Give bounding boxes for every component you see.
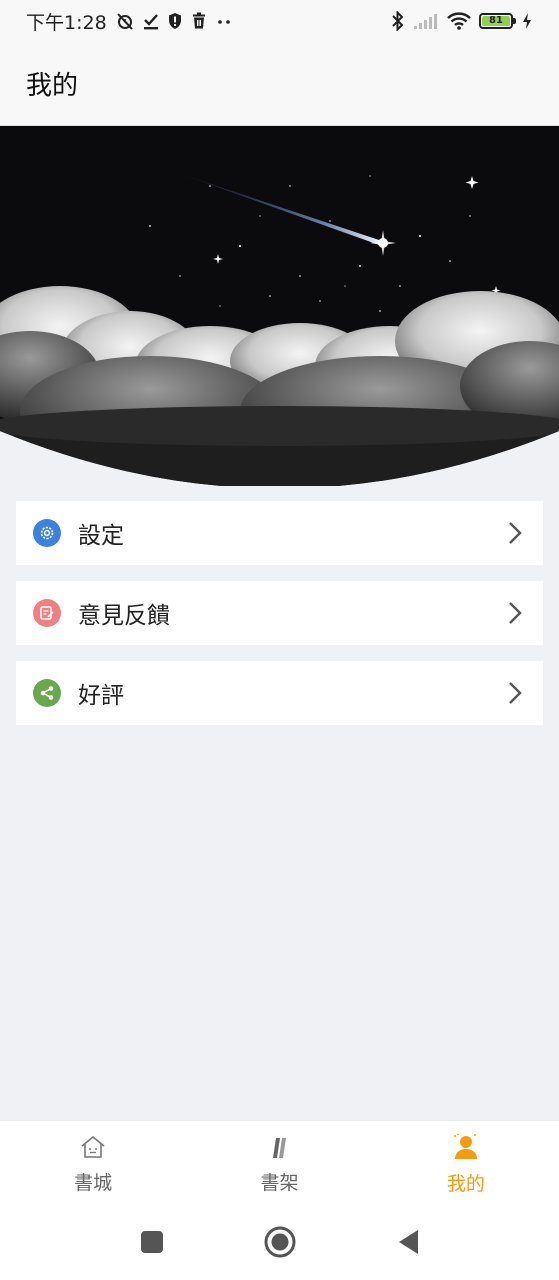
menu-item-settings[interactable]: 設定 — [16, 501, 543, 565]
person-icon — [451, 1133, 481, 1165]
app-header: 我的 — [0, 42, 559, 126]
signal-icon — [413, 12, 439, 30]
menu-item-feedback[interactable]: 意見反饋 — [16, 581, 543, 645]
tab-bookshelf[interactable]: 書架 — [186, 1121, 372, 1208]
menu-item-label: 設定 — [78, 523, 124, 549]
bluetooth-icon — [391, 11, 405, 31]
system-navigation-bar — [0, 1208, 559, 1280]
battery-icon: 81 — [479, 13, 516, 29]
chevron-right-icon — [505, 679, 525, 707]
menu-item-label: 意見反饋 — [78, 603, 170, 629]
recents-square-icon — [140, 1230, 164, 1258]
gear-icon — [33, 519, 61, 547]
chevron-right-icon — [505, 519, 525, 547]
recents-button[interactable] — [88, 1208, 216, 1280]
tab-profile[interactable]: 我的 — [373, 1121, 559, 1208]
home-circle-icon — [264, 1226, 296, 1262]
more-dots-icon — [215, 12, 233, 30]
profile-banner-image — [0, 126, 559, 486]
status-bar-right: 81 — [391, 11, 533, 31]
tab-label: 我的 — [446, 1173, 485, 1195]
settings-menu: 設定 意見反饋 好評 — [16, 501, 543, 741]
shield-icon — [167, 12, 183, 30]
battery-level: 81 — [482, 16, 510, 26]
menu-item-label: 好評 — [78, 683, 124, 709]
muted-alarm-icon — [115, 11, 135, 31]
back-button[interactable] — [344, 1208, 472, 1280]
chevron-right-icon — [505, 599, 525, 627]
status-bar-left: 下午1:28 — [26, 8, 233, 35]
share-icon — [33, 679, 61, 707]
home-icon — [79, 1134, 107, 1164]
tab-label: 書架 — [260, 1172, 299, 1194]
home-button[interactable] — [216, 1208, 344, 1280]
bottom-tab-bar: 書城 書架 我的 — [0, 1120, 559, 1208]
profile-page: 下午1:28 81 我的 設定 意見反饋 好評 書城 書架 我的 — [0, 0, 559, 1280]
bookshelf-icon — [265, 1134, 293, 1164]
night-sky-illustration — [0, 126, 559, 486]
tab-bookstore[interactable]: 書城 — [0, 1121, 186, 1208]
back-triangle-icon — [396, 1228, 420, 1260]
edit-note-icon — [33, 599, 61, 627]
status-bar: 下午1:28 81 — [0, 0, 559, 42]
wifi-icon — [447, 12, 471, 30]
download-done-icon — [143, 12, 159, 30]
charging-icon — [521, 12, 533, 30]
trash-icon — [191, 12, 207, 30]
menu-item-rate[interactable]: 好評 — [16, 661, 543, 725]
page-title: 我的 — [26, 71, 79, 101]
status-time: 下午1:28 — [26, 11, 107, 34]
tab-label: 書城 — [74, 1172, 113, 1194]
